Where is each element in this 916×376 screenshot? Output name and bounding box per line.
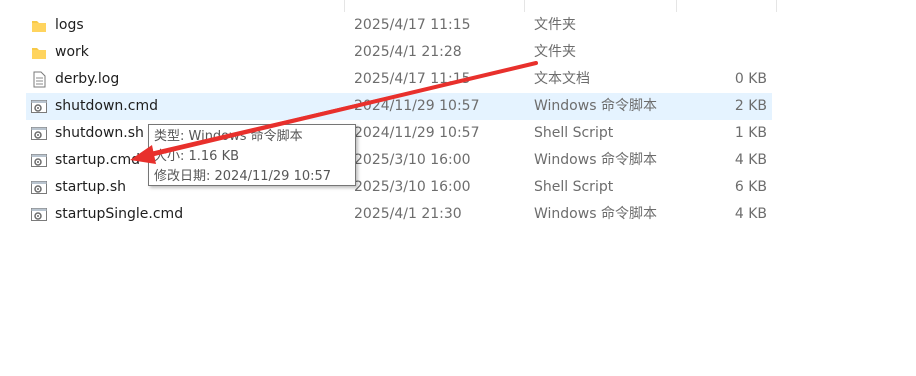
annotation-arrow (130, 61, 538, 164)
arrow-head (130, 145, 156, 164)
arrow-shaft (148, 61, 538, 157)
